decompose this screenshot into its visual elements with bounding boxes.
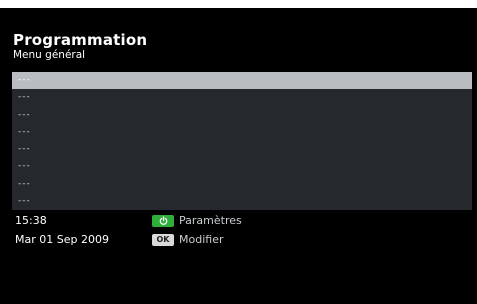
modify-legend[interactable]: OK Modifier [152,233,223,246]
list-item[interactable]: --- [12,176,472,193]
page-subtitle: Menu général [13,49,86,61]
list-item[interactable]: --- [12,107,472,124]
list-item[interactable]: --- [12,158,472,175]
page-title: Programmation [13,31,148,49]
settings-label: Paramètres [179,214,242,227]
schedule-list: --- --- --- --- --- --- --- --- [12,72,472,210]
tv-screen: Programmation Menu général --- --- --- -… [0,0,477,304]
current-time: 15:38 [15,214,47,227]
top-bar [0,0,477,8]
power-icon [152,214,174,227]
current-date: Mar 01 Sep 2009 [15,233,109,246]
settings-legend[interactable]: Paramètres [152,214,242,227]
list-item[interactable]: --- [12,193,472,210]
list-item[interactable]: --- [12,89,472,106]
ok-key-icon: OK [152,233,174,246]
modify-label: Modifier [179,233,224,246]
list-item[interactable]: --- [12,72,472,90]
list-item[interactable]: --- [12,124,472,141]
list-item[interactable]: --- [12,141,472,158]
